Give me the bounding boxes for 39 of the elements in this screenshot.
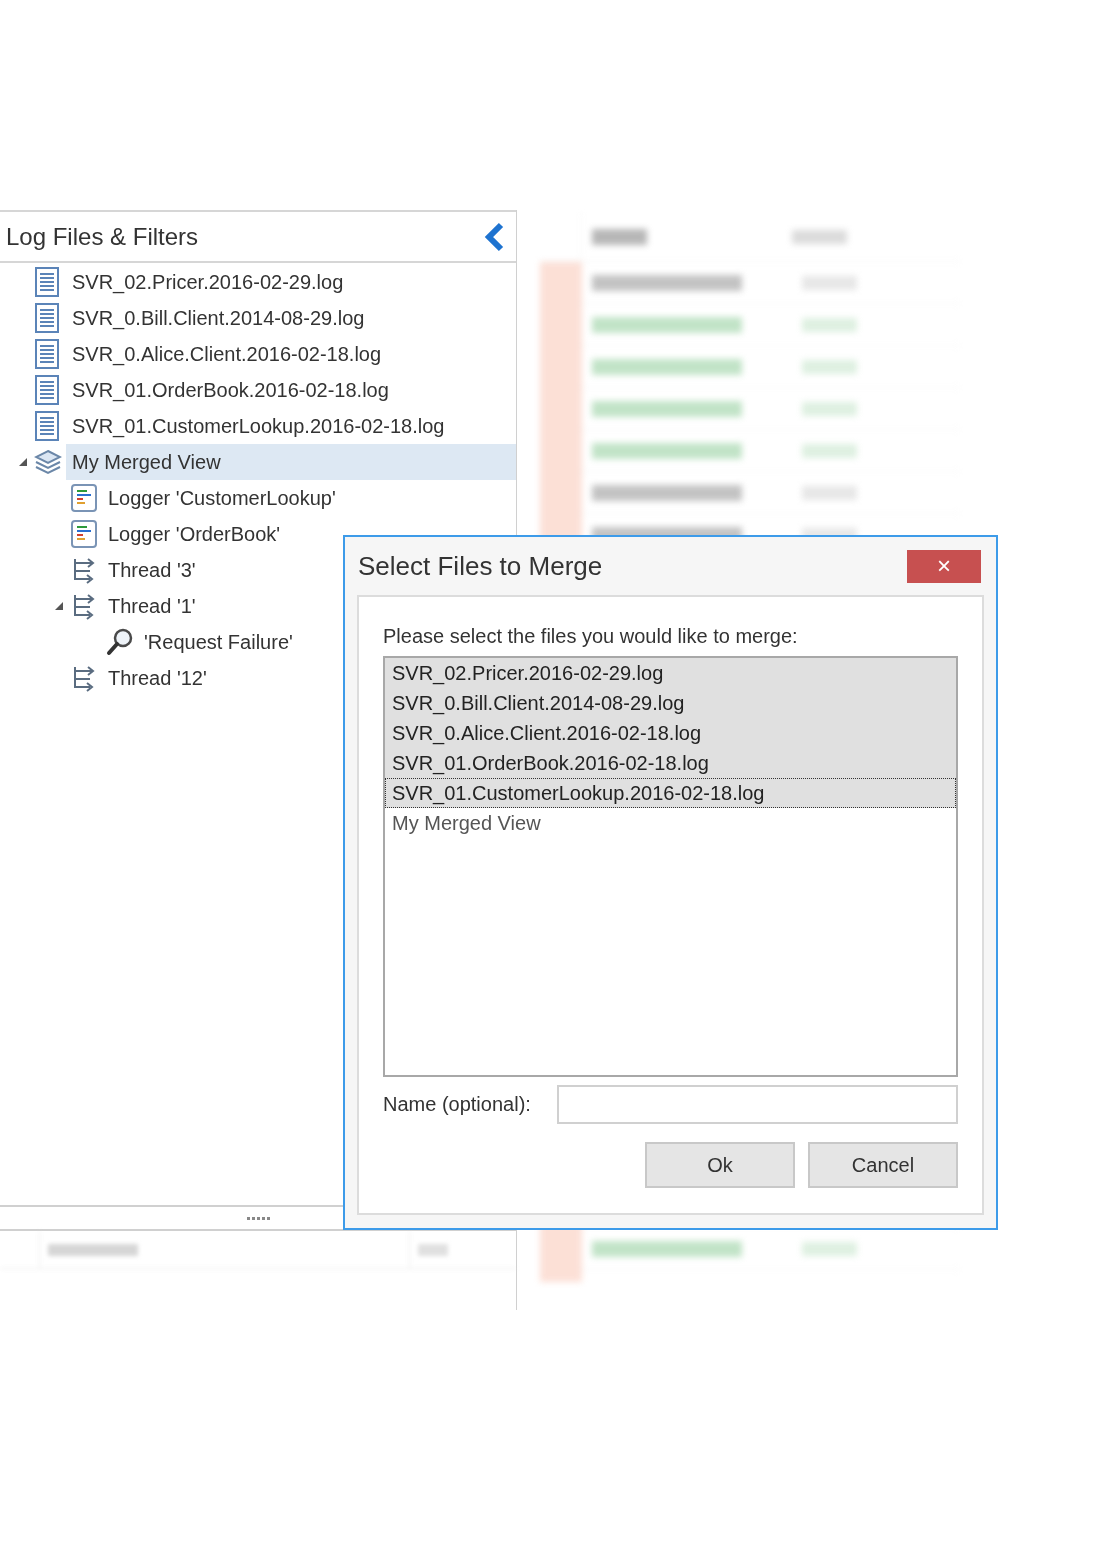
logger-icon: [70, 483, 98, 513]
tree-item[interactable]: SVR_01.OrderBook.2016-02-18.log: [66, 372, 389, 408]
tree-item[interactable]: Logger 'OrderBook': [102, 516, 281, 552]
file-icon: [34, 303, 62, 333]
collapse-icon[interactable]: [484, 221, 506, 252]
tree-item[interactable]: Logger 'CustomerLookup': [102, 480, 336, 516]
expanded-icon[interactable]: [18, 457, 28, 467]
name-field[interactable]: [557, 1084, 958, 1124]
name-label: Name (optional):: [383, 1092, 532, 1117]
list-item[interactable]: SVR_01.OrderBook.2016-02-18.log: [385, 748, 956, 778]
tree-item[interactable]: 'Request Failure': [138, 624, 293, 660]
tree-item[interactable]: Thread '12': [102, 660, 207, 696]
list-item[interactable]: SVR_0.Alice.Client.2016-02-18.log: [385, 718, 956, 748]
close-button[interactable]: ×: [907, 549, 981, 583]
panel-title: Log Files & Filters: [6, 221, 199, 252]
tree-item[interactable]: Thread '1': [102, 588, 196, 624]
logger-icon: [70, 519, 98, 549]
file-list[interactable]: SVR_02.Pricer.2016-02-29.log SVR_0.Bill.Client.2014-08-29.log SVR_0.Alice.Client.2016-02-18.log SVR_01.OrderBook.2016-02-18.log SVR_01.CustomerLookup.2016-02-18.log My Merged View: [383, 656, 958, 1077]
file-icon: [34, 339, 62, 369]
splitter-grip[interactable]: [246, 1216, 270, 1220]
dialog-button[interactable]: Ok: [645, 1142, 795, 1188]
file-icon: [34, 411, 62, 441]
tree-item[interactable]: My Merged View: [66, 444, 516, 480]
dialog-title: Select Files to Merge: [358, 549, 603, 583]
search-icon: [106, 627, 134, 657]
prompt-text: Please select the files you would like to merge:: [383, 624, 799, 649]
dialog-button[interactable]: Cancel: [808, 1142, 958, 1188]
tree-item[interactable]: SVR_01.CustomerLookup.2016-02-18.log: [66, 408, 445, 444]
list-item[interactable]: SVR_0.Bill.Client.2014-08-29.log: [385, 688, 956, 718]
list-item[interactable]: SVR_02.Pricer.2016-02-29.log: [385, 658, 956, 688]
tree-item[interactable]: Thread '3': [102, 552, 196, 588]
layers-icon: [34, 447, 62, 477]
tree-item[interactable]: SVR_0.Bill.Client.2014-08-29.log: [66, 300, 365, 336]
tree-item[interactable]: SVR_02.Pricer.2016-02-29.log: [66, 264, 344, 300]
expanded-icon[interactable]: [54, 601, 64, 611]
list-item[interactable]: SVR_01.CustomerLookup.2016-02-18.log: [385, 778, 956, 808]
file-icon: [34, 267, 62, 297]
tree-item[interactable]: SVR_0.Alice.Client.2016-02-18.log: [66, 336, 382, 372]
file-icon: [34, 375, 62, 405]
